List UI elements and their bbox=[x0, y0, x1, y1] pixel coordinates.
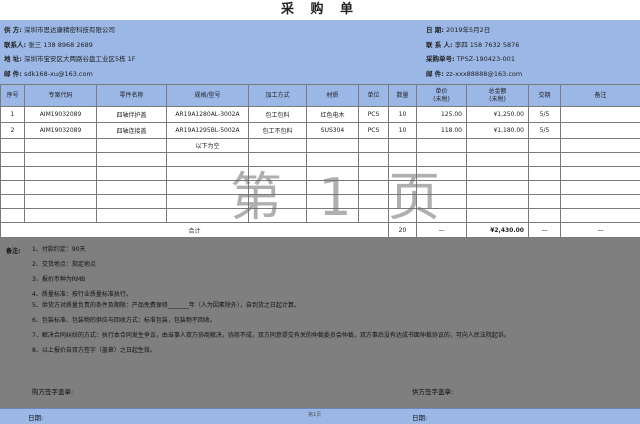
buyer-contact-value: 李四 158 7632 5876 bbox=[455, 41, 520, 49]
cell: 包工包料 bbox=[249, 107, 307, 123]
vendor-email-label: 邮 件: bbox=[4, 70, 22, 78]
date-row: 日 期: 2019年5月2日 bbox=[426, 24, 490, 34]
table-row: 2 AIM19032089 四轴连接盖 AR19A1295BL-5002A 包工… bbox=[1, 123, 640, 139]
cell: 四轴连接盖 bbox=[97, 123, 167, 139]
term-item: 6、包装标准、包装物的供应与回收方式：标准包装，包装物不回收。 bbox=[32, 315, 216, 324]
table-header-row: 序号 专案代码 零件名称 规格/型号 加工方式 材质 单位 数量 单价 (未税)… bbox=[1, 85, 640, 107]
cell: 125.00 bbox=[417, 107, 467, 123]
table-row bbox=[1, 209, 640, 223]
buyer-signature-label: 购方签字盖章: bbox=[32, 386, 73, 396]
cell: 包工不包料 bbox=[249, 123, 307, 139]
col-header: 序号 bbox=[1, 85, 25, 107]
total-row: 合计 20 — ¥2,430.00 — — bbox=[1, 223, 640, 238]
purchase-order: 采 购 单 供 方: 深圳市思达康精密科技有限公司 联系人: 张三 138 89… bbox=[0, 0, 640, 423]
header-info: 供 方: 深圳市思达康精密科技有限公司 联系人: 张三 138 8968 268… bbox=[0, 20, 640, 85]
items-table-wrap: 序号 专案代码 零件名称 规格/型号 加工方式 材质 单位 数量 单价 (未税)… bbox=[0, 84, 640, 238]
vendor-email-value: sdk168-xu@163.com bbox=[24, 70, 93, 78]
cell: AIM19032089 bbox=[25, 107, 97, 123]
cell: 5/5 bbox=[529, 107, 561, 123]
cell: 四轴伴护盖 bbox=[97, 107, 167, 123]
cell: 118.00 bbox=[417, 123, 467, 139]
term-item: 5、供货方对质量负责的条件及期限：产品免费保修_______年（人为因素除外），… bbox=[32, 300, 300, 309]
cell: PCS bbox=[359, 107, 389, 123]
term-item: 3、报价币种为RMB bbox=[32, 274, 85, 283]
col-header: 备注 bbox=[561, 85, 640, 107]
cell: ¥1,180.00 bbox=[467, 123, 529, 139]
supplier-signature-label: 供方签字盖章: bbox=[412, 386, 453, 396]
col-header: 单价 (未税) bbox=[417, 85, 467, 107]
col-header: 规格/型号 bbox=[167, 85, 249, 107]
cell: ¥1,250.00 bbox=[467, 107, 529, 123]
vendor-contact-value: 张三 138 8968 2689 bbox=[28, 41, 93, 49]
term-item: 4、质量标准：按行业质量标准执行。 bbox=[32, 289, 132, 298]
vendor-contact-row: 联系人: 张三 138 8968 2689 bbox=[4, 39, 93, 49]
col-header: 专案代码 bbox=[25, 85, 97, 107]
cell: 10 bbox=[389, 107, 417, 123]
terms-section: 备注: 1、付款约定：90天 2、交货地点：指定地点 3、报价币种为RMB 4、… bbox=[0, 238, 640, 408]
date-value: 2019年5月2日 bbox=[446, 26, 490, 34]
cell: AR19A1280AL-3002A bbox=[167, 107, 249, 123]
vendor-row: 供 方: 深圳市思达康精密科技有限公司 bbox=[4, 24, 115, 34]
col-header: 材质 bbox=[307, 85, 359, 107]
table-row bbox=[1, 181, 640, 195]
vendor-value: 深圳市思达康精密科技有限公司 bbox=[24, 26, 115, 34]
vendor-email-row: 邮 件: sdk168-xu@163.com bbox=[4, 68, 93, 78]
total-unit-price: — bbox=[417, 223, 467, 238]
col-header: 零件名称 bbox=[97, 85, 167, 107]
cell: 2 bbox=[1, 123, 25, 139]
cell bbox=[561, 107, 640, 123]
col-header: 单位 bbox=[359, 85, 389, 107]
vendor-address-label: 地 址: bbox=[4, 55, 22, 63]
buyer-contact-row: 联 系 人: 李四 158 7632 5876 bbox=[426, 39, 519, 49]
term-item: 7、解决合同纠纷的方式：执行本合同发生争议，由当事人双方协商解决，协商不成，双方… bbox=[32, 330, 510, 339]
terms-lead-label: 备注: bbox=[6, 246, 20, 255]
buyer-date-label: 日期: bbox=[28, 412, 43, 422]
total-delivery: — bbox=[529, 223, 561, 238]
table-row bbox=[1, 153, 640, 167]
vendor-label: 供 方: bbox=[4, 26, 22, 34]
po-number-label: 采购单号: bbox=[426, 55, 455, 63]
total-amount: ¥2,430.00 bbox=[467, 223, 529, 238]
cell: 1 bbox=[1, 107, 25, 123]
date-label: 日 期: bbox=[426, 26, 444, 34]
table-row bbox=[1, 167, 640, 181]
col-header: 加工方式 bbox=[249, 85, 307, 107]
vendor-address-row: 地 址: 深圳市宝安区大两路谷盘工业区5栋 1F bbox=[4, 53, 136, 63]
table-row: 以下为空 bbox=[1, 139, 640, 153]
cell: AR19A1295BL-5002A bbox=[167, 123, 249, 139]
col-header: 数量 bbox=[389, 85, 417, 107]
items-table: 序号 专案代码 零件名称 规格/型号 加工方式 材质 单位 数量 单价 (未税)… bbox=[0, 84, 640, 238]
supplier-date-label: 日期: bbox=[412, 412, 427, 422]
cell bbox=[561, 123, 640, 139]
document-title: 采 购 单 bbox=[0, 0, 640, 21]
vendor-address-value: 深圳市宝安区大两路谷盘工业区5栋 1F bbox=[24, 55, 136, 63]
col-header: 交期 bbox=[529, 85, 561, 107]
total-label: 合计 bbox=[1, 223, 389, 238]
page-number: 第1页 bbox=[308, 411, 321, 418]
footer-bar: 日期: 第1页 日期: bbox=[0, 408, 640, 424]
term-item: 2、交货地点：指定地点 bbox=[32, 259, 96, 268]
cell: PCS bbox=[359, 123, 389, 139]
cell: 红色电木 bbox=[307, 107, 359, 123]
po-number-row: 采购单号: TPSZ-190423-001 bbox=[426, 53, 515, 63]
total-remark: — bbox=[561, 223, 640, 238]
buyer-email-row: 邮 件: zz-xxx88888@163.com bbox=[426, 68, 522, 78]
term-item: 1、付款约定：90天 bbox=[32, 244, 85, 253]
table-row bbox=[1, 195, 640, 209]
po-number-value: TPSZ-190423-001 bbox=[457, 55, 515, 63]
cell: AIM19032089 bbox=[25, 123, 97, 139]
buyer-email-value: zz-xxx88888@163.com bbox=[446, 70, 522, 78]
cell: 10 bbox=[389, 123, 417, 139]
term-item: 8、以上报价自双方签字（盖章）之日起生效。 bbox=[32, 345, 156, 354]
col-header: 总金额 (未税) bbox=[467, 85, 529, 107]
total-qty: 20 bbox=[389, 223, 417, 238]
cell: 5/5 bbox=[529, 123, 561, 139]
vendor-contact-label: 联系人: bbox=[4, 41, 26, 49]
cell: SUS304 bbox=[307, 123, 359, 139]
buyer-email-label: 邮 件: bbox=[426, 70, 444, 78]
buyer-contact-label: 联 系 人: bbox=[426, 41, 453, 49]
table-row: 1 AIM19032089 四轴伴护盖 AR19A1280AL-3002A 包工… bbox=[1, 107, 640, 123]
empty-note: 以下为空 bbox=[167, 139, 249, 153]
